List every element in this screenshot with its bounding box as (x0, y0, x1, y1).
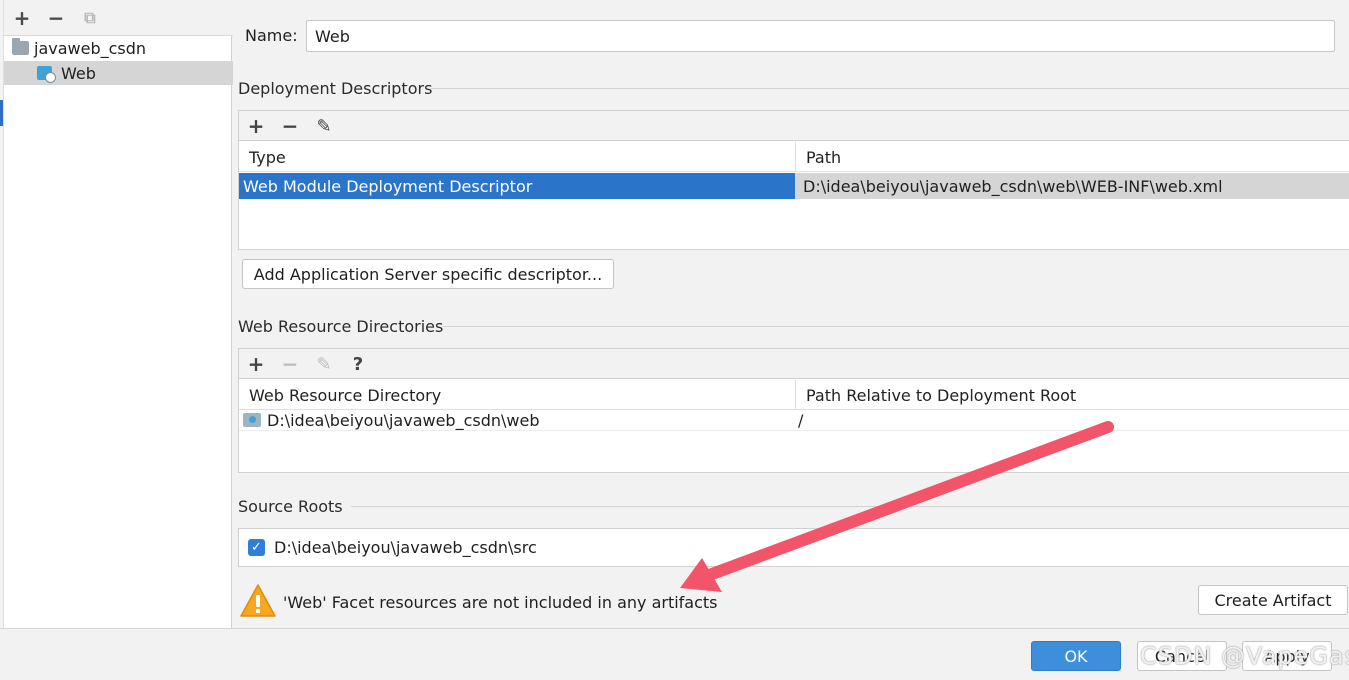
edit-icon[interactable]: ✎ (312, 352, 336, 376)
name-input[interactable] (306, 20, 1335, 52)
table-row[interactable]: Web Module Deployment Descriptor D:\idea… (239, 173, 1349, 199)
edit-icon[interactable]: ✎ (312, 114, 336, 138)
section-divider (443, 326, 1349, 327)
source-root-path: D:\idea\beiyou\javaweb_csdn\src (274, 538, 537, 557)
tree-item-label: javaweb_csdn (34, 38, 147, 58)
remove-icon[interactable]: − (44, 6, 68, 30)
section-divider (351, 506, 1349, 507)
section-divider (431, 88, 1349, 89)
table-header: Type Path (239, 142, 1349, 172)
descriptor-path-cell: D:\idea\beiyou\javaweb_csdn\web\WEB-INF\… (795, 173, 1349, 199)
add-icon[interactable]: + (244, 352, 268, 376)
copy-icon[interactable]: ⧉ (78, 6, 102, 30)
facet-tree-panel: + − ⧉ javaweb_csdn Web (3, 0, 233, 628)
tree-toolbar: + − ⧉ (4, 0, 233, 36)
resource-dirs-toolbar: + − ✎ ? (239, 349, 1349, 379)
directory-cell: D:\idea\beiyou\javaweb_csdn\web (243, 409, 540, 431)
deployment-descriptors-title: Deployment Descriptors (238, 79, 433, 98)
name-label: Name: (245, 26, 298, 45)
web-facet-icon (37, 66, 56, 83)
column-header-type[interactable]: Type (239, 142, 795, 172)
source-roots-title: Source Roots (238, 497, 343, 516)
focus-indicator (0, 100, 3, 126)
create-artifact-button[interactable]: Create Artifact (1198, 585, 1348, 615)
relative-path-cell: / (798, 410, 804, 430)
column-header-directory[interactable]: Web Resource Directory (239, 380, 795, 410)
help-icon[interactable]: ? (346, 352, 370, 376)
warning-text: 'Web' Facet resources are not included i… (283, 593, 718, 612)
column-header-path[interactable]: Path (795, 142, 1349, 172)
add-server-descriptor-button[interactable]: Add Application Server specific descript… (242, 259, 614, 289)
ok-button[interactable]: OK (1031, 641, 1121, 671)
web-resource-directories-title: Web Resource Directories (238, 317, 444, 336)
remove-icon[interactable]: − (278, 114, 302, 138)
tree-item-web[interactable]: Web (4, 61, 233, 85)
module-folder-icon (12, 38, 29, 55)
tree-item-javaweb-csdn[interactable]: javaweb_csdn (4, 36, 233, 60)
web-resource-directories-table: + − ✎ ? Web Resource Directory Path Rela… (238, 348, 1349, 473)
table-header: Web Resource Directory Path Relative to … (239, 380, 1349, 410)
warning-icon (240, 584, 276, 617)
add-icon[interactable]: + (10, 6, 34, 30)
source-roots-list: ✓ D:\idea\beiyou\javaweb_csdn\src (238, 528, 1349, 567)
web-folder-icon (243, 413, 261, 427)
apply-button[interactable]: Apply (1242, 641, 1332, 671)
add-icon[interactable]: + (244, 114, 268, 138)
directory-path: D:\idea\beiyou\javaweb_csdn\web (267, 410, 540, 430)
tree-item-label: Web (61, 63, 96, 83)
remove-icon[interactable]: − (278, 352, 302, 376)
facet-settings-panel: Name: Deployment Descriptors + − ✎ Type … (233, 0, 1349, 628)
descriptors-toolbar: + − ✎ (239, 111, 1349, 141)
table-row[interactable]: D:\idea\beiyou\javaweb_csdn\web / (239, 409, 1349, 431)
source-root-checkbox[interactable]: ✓ (248, 539, 265, 556)
descriptor-type-cell: Web Module Deployment Descriptor (239, 173, 795, 199)
cancel-button[interactable]: Cancel (1137, 641, 1227, 671)
column-header-relative-path[interactable]: Path Relative to Deployment Root (795, 380, 1349, 410)
deployment-descriptors-table: + − ✎ Type Path Web Module Deployment De… (238, 110, 1349, 250)
